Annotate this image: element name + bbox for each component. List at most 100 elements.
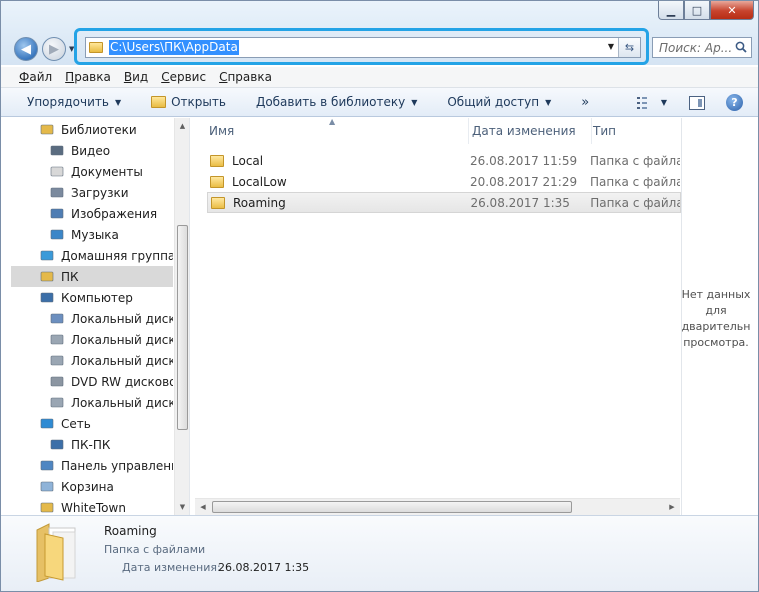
column-header-name[interactable]: Имя [209, 118, 469, 144]
file-name: LocalLow [232, 174, 287, 189]
drive-icon [49, 332, 65, 348]
nav-item-15[interactable]: ПК-ПК [1, 434, 173, 455]
close-button[interactable]: ✕ [710, 1, 754, 20]
menu-edit[interactable]: Правка [65, 70, 111, 84]
nav-item-12[interactable]: DVD RW дисковод ( [1, 371, 173, 392]
maximize-button[interactable]: □ [684, 1, 710, 20]
nav-item-9[interactable]: Локальный диск (C [1, 308, 173, 329]
details-name: Roaming [104, 524, 157, 538]
menu-help[interactable]: Справка [219, 70, 272, 84]
search-icon[interactable] [735, 41, 747, 53]
add-to-library-button[interactable]: Добавить в библиотеку ▼ [256, 91, 417, 113]
nav-item-0[interactable]: Библиотеки [11, 119, 173, 140]
file-type: Папка с файлами [590, 195, 680, 210]
nav-item-label: Корзина [61, 479, 114, 494]
navigation-pane[interactable]: Библиотеки Видео Документы Загрузки Изображе… [1, 118, 190, 515]
views-icon[interactable] [636, 96, 655, 109]
nav-item-2[interactable]: Документы [1, 161, 173, 182]
title-bar: ▁ □ ✕ ◀ ▶ ▼ C:\Users\ПК\AppData ▼ ⇆ Поис… [1, 1, 758, 65]
nav-item-label: Локальный диск (D [71, 332, 173, 347]
organize-label: Упорядочить [27, 95, 109, 109]
nav-item-11[interactable]: Локальный диск (E [1, 350, 173, 371]
nav-item-label: Сеть [61, 416, 91, 431]
nav-item-1[interactable]: Видео [1, 140, 173, 161]
hscroll-thumb[interactable] [212, 501, 572, 513]
preview-line: для [705, 304, 727, 317]
more-commands-button[interactable]: » [581, 91, 589, 113]
nav-item-17[interactable]: Корзина [11, 476, 173, 497]
organize-button[interactable]: Упорядочить ▼ [27, 91, 121, 113]
menu-tools[interactable]: Сервис [161, 70, 206, 84]
nav-item-18[interactable]: WhiteTown [11, 497, 173, 515]
nav-item-8[interactable]: Компьютер [11, 287, 173, 308]
details-pane: Roaming Папка с файлами Дата изменения: … [1, 515, 758, 591]
preview-pane-icon[interactable] [689, 95, 705, 110]
file-list[interactable]: ▲ Имя Дата изменения Тип Local 26.08.2017… [193, 118, 681, 515]
file-row[interactable]: Local 26.08.2017 11:59 Папка с файлами [207, 150, 681, 171]
window-controls: ▁ □ ✕ [658, 1, 754, 20]
file-date: 26.08.2017 11:59 [470, 153, 578, 168]
menu-file[interactable]: Файл [19, 70, 52, 84]
nav-item-label: Локальный диск (Y [71, 395, 173, 410]
nav-item-label: Изображения [71, 206, 158, 221]
system-drive-icon [49, 311, 65, 327]
explorer-window: ▁ □ ✕ ◀ ▶ ▼ C:\Users\ПК\AppData ▼ ⇆ Поис… [0, 0, 759, 592]
folder-icon [89, 42, 103, 53]
address-bar-highlight: C:\Users\ПК\AppData ▼ ⇆ [74, 28, 649, 65]
libraries-icon [39, 122, 55, 138]
forward-button[interactable]: ▶ [42, 37, 66, 61]
nav-item-13[interactable]: Локальный диск (Y [1, 392, 173, 413]
open-folder-icon [151, 96, 167, 108]
documents-icon [49, 164, 65, 180]
scroll-right-icon[interactable]: ▶ [664, 499, 680, 515]
recycle-bin-icon [39, 479, 55, 495]
refresh-button[interactable]: ⇆ [618, 38, 640, 57]
file-name: Roaming [233, 195, 286, 210]
nav-item-7[interactable]: ПК [11, 266, 173, 287]
nav-scrollbar[interactable]: ▲ ▼ [174, 118, 189, 515]
views-dropdown[interactable]: ▼ [661, 98, 667, 107]
scroll-down-icon[interactable]: ▼ [175, 499, 189, 515]
column-header-date[interactable]: Дата изменения [472, 118, 592, 144]
nav-item-10[interactable]: Локальный диск (D [1, 329, 173, 350]
share-button[interactable]: Общий доступ ▼ [447, 91, 551, 113]
nav-item-16[interactable]: Панель управления [11, 455, 173, 476]
help-icon[interactable]: ? [726, 94, 743, 111]
address-path[interactable]: C:\Users\ПК\AppData [109, 40, 239, 55]
file-row[interactable]: LocalLow 20.08.2017 21:29 Папка с файлами [207, 171, 681, 192]
details-type: Папка с файлами [104, 543, 206, 556]
file-list-hscrollbar[interactable]: ◀ ▶ [195, 498, 680, 515]
file-row[interactable]: Roaming 26.08.2017 1:35 Папка с файлами [207, 192, 681, 213]
nav-item-label: Загрузки [71, 185, 129, 200]
open-button[interactable]: Открыть [151, 91, 226, 113]
file-type: Папка с файлами [590, 174, 680, 189]
nav-item-6[interactable]: Домашняя группа [11, 245, 173, 266]
control-panel-icon [39, 458, 55, 474]
scroll-up-icon[interactable]: ▲ [175, 118, 189, 134]
file-date: 26.08.2017 1:35 [470, 195, 570, 210]
scroll-left-icon[interactable]: ◀ [195, 499, 211, 515]
search-placeholder: Поиск: Ap... [659, 40, 733, 55]
folder-icon [39, 500, 55, 516]
menu-view[interactable]: Вид [124, 70, 148, 84]
nav-item-4[interactable]: Изображения [1, 203, 173, 224]
chevron-down-icon: ▼ [411, 97, 418, 107]
nav-item-14[interactable]: Сеть [11, 413, 173, 434]
nav-item-5[interactable]: Музыка [1, 224, 173, 245]
column-header-type[interactable]: Тип [593, 118, 681, 144]
user-folder-icon [39, 269, 55, 285]
scroll-thumb[interactable] [177, 225, 188, 430]
nav-item-label: WhiteTown [61, 500, 126, 515]
minimize-button[interactable]: ▁ [658, 1, 684, 20]
address-bar[interactable]: C:\Users\ПК\AppData ▼ ⇆ [85, 37, 641, 58]
folder-icon [210, 175, 224, 188]
file-name: Local [232, 153, 264, 168]
search-input[interactable]: Поиск: Ap... [652, 37, 752, 58]
back-button[interactable]: ◀ [14, 37, 38, 61]
details-date-label: Дата изменения: [122, 561, 221, 574]
details-date: 26.08.2017 1:35 [218, 561, 310, 574]
address-history-dropdown[interactable]: ▼ [608, 42, 614, 51]
nav-item-3[interactable]: Загрузки [1, 182, 173, 203]
share-label: Общий доступ [447, 95, 540, 109]
chevron-down-icon: ▼ [545, 97, 552, 107]
